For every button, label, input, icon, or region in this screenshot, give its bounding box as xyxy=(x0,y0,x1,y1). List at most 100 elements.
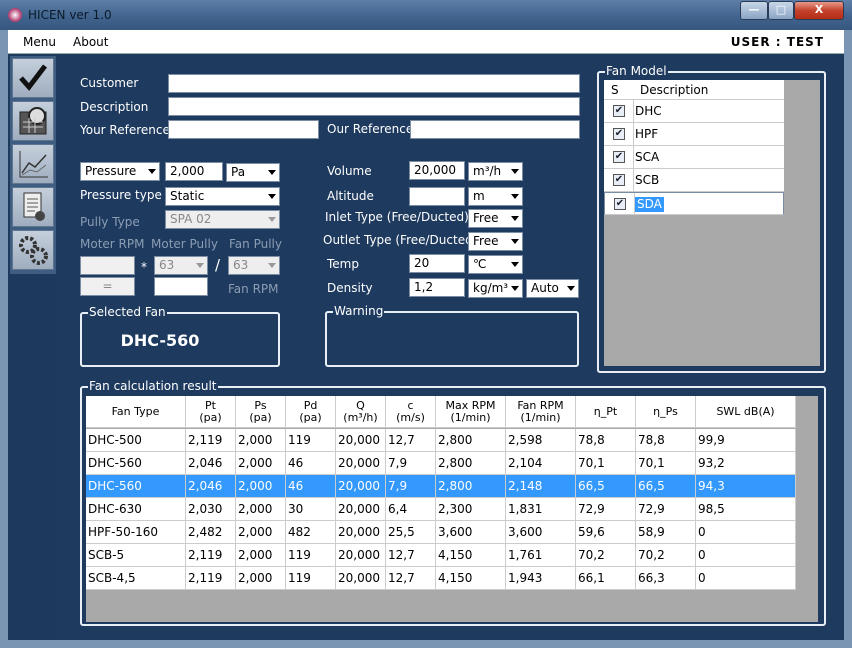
fan-pully-value: 63 xyxy=(233,258,249,272)
volume-unit-select[interactable]: m³/h xyxy=(468,162,523,181)
column-header[interactable]: Pd (pa) xyxy=(286,396,336,428)
our-reference-field[interactable] xyxy=(410,120,580,139)
table-cell: 30 xyxy=(286,498,336,521)
customer-label: Customer xyxy=(80,76,139,90)
checkbox[interactable]: ✔ xyxy=(613,151,625,163)
column-header[interactable]: Fan RPM (1/min) xyxy=(506,396,576,428)
temp-unit-select[interactable]: ℃ xyxy=(468,255,523,274)
table-row[interactable]: DHC-500 2,119 2,000 119 20,000 12,7 2,800 2,598… xyxy=(86,429,796,452)
table-row[interactable]: DHC-630 2,030 2,000 30 20,000 6,4 2,300 1,831 72… xyxy=(86,498,796,521)
density-unit-select[interactable]: kg/m³ xyxy=(468,279,523,298)
table-row[interactable]: DHC-560 2,046 2,000 46 20,000 7,9 2,800 2,148 66… xyxy=(86,475,796,498)
density-field[interactable]: 1,2 xyxy=(409,278,465,297)
column-header-s: S xyxy=(611,83,619,97)
checkbox[interactable]: ✔ xyxy=(613,105,625,117)
altitude-unit-select[interactable]: m xyxy=(468,187,523,206)
your-reference-field[interactable] xyxy=(168,120,319,139)
checkbox[interactable]: ✔ xyxy=(614,198,626,210)
column-header[interactable]: c (m/s) xyxy=(386,396,436,428)
close-button[interactable]: X xyxy=(794,1,844,20)
table-cell: 12,7 xyxy=(386,544,436,567)
table-cell: 70,1 xyxy=(576,452,636,475)
table-cell: 20,000 xyxy=(336,475,386,498)
divide-symbol: / xyxy=(215,256,221,274)
inlet-type-select[interactable]: Free xyxy=(468,209,523,228)
column-header-title: η_Ps xyxy=(653,404,678,418)
table-cell: 70,2 xyxy=(576,544,636,567)
fan-pully-label: Fan Pully xyxy=(229,237,282,251)
column-header[interactable]: Ps (pa) xyxy=(236,396,286,428)
column-header[interactable]: η_Pt xyxy=(576,396,636,428)
table-cell: 7,9 xyxy=(386,452,436,475)
pressure-unit-select[interactable]: Pa xyxy=(226,163,280,182)
minimize-button[interactable]: — xyxy=(740,1,768,20)
density-mode-select[interactable]: Auto xyxy=(526,279,579,298)
fan-model-row[interactable]: ✔ DHC xyxy=(604,100,784,123)
column-header[interactable]: Pt (pa) xyxy=(186,396,236,428)
table-cell: 2,119 xyxy=(186,544,236,567)
altitude-field[interactable] xyxy=(409,187,465,206)
sidebar-fan-button[interactable] xyxy=(12,101,54,141)
table-cell: 58,9 xyxy=(636,521,696,544)
outlet-type-select[interactable]: Free xyxy=(468,232,523,251)
checkbox[interactable]: ✔ xyxy=(613,174,625,186)
table-cell: DHC-500 xyxy=(86,429,186,452)
pressure-mode-value: Pressure xyxy=(85,164,137,178)
fan-model-row[interactable]: ✔ SCA xyxy=(604,146,784,169)
column-header[interactable]: Max RPM (1/min) xyxy=(436,396,506,428)
fan-model-label: Fan Model xyxy=(605,64,668,78)
table-cell: 7,9 xyxy=(386,475,436,498)
column-header-title: c xyxy=(407,398,414,412)
column-header[interactable]: Fan Type xyxy=(86,396,186,428)
menu-item-menu[interactable]: Menu xyxy=(23,35,56,49)
table-row[interactable]: HPF-50-160 2,482 2,000 482 20,000 25,5 3,600 3,… xyxy=(86,521,796,544)
column-header-unit: (pa) xyxy=(249,410,272,424)
pressure-field[interactable]: 2,000 xyxy=(165,162,223,181)
description-field[interactable] xyxy=(168,97,580,116)
table-cell: 59,6 xyxy=(576,521,636,544)
table-cell: 119 xyxy=(286,567,336,590)
your-reference-label: Your Reference xyxy=(80,123,170,137)
table-cell: 2,800 xyxy=(436,429,506,452)
customer-field[interactable] xyxy=(168,74,580,93)
calculate-button[interactable]: = xyxy=(80,277,135,296)
menu-item-about[interactable]: About xyxy=(73,35,108,49)
fan-model-row[interactable]: ✔ HPF xyxy=(604,123,784,146)
fan-model-row[interactable]: ✔ SDA xyxy=(604,192,784,215)
sidebar-settings-button[interactable] xyxy=(12,230,54,270)
table-cell: SCB-4,5 xyxy=(86,567,186,590)
table-cell: 2,000 xyxy=(236,429,286,452)
column-header[interactable]: Q (m³/h) xyxy=(336,396,386,428)
sidebar-chart-button[interactable] xyxy=(12,144,54,184)
column-header-unit: (1/min) xyxy=(450,410,491,424)
column-header[interactable]: η_Ps xyxy=(636,396,696,428)
table-cell: 3,600 xyxy=(506,521,576,544)
sidebar-document-button[interactable] xyxy=(12,187,54,227)
fan-model-name: SCA xyxy=(635,150,660,164)
window-title: HICEN ver 1.0 xyxy=(28,8,112,22)
fan-rpm-field[interactable] xyxy=(154,277,208,296)
table-cell: 2,598 xyxy=(506,429,576,452)
volume-field[interactable]: 20,000 xyxy=(409,161,465,180)
selected-fan-label: Selected Fan xyxy=(88,305,167,319)
column-header-title: Q xyxy=(356,398,365,412)
column-header-title: SWL dB(A) xyxy=(716,404,775,418)
chevron-down-icon xyxy=(148,169,156,174)
column-header[interactable]: SWL dB(A) xyxy=(696,396,796,428)
table-row[interactable]: SCB-4,5 2,119 2,000 119 20,000 12,7 4,150 1,943… xyxy=(86,567,796,590)
fan-model-row[interactable]: ✔ SCB xyxy=(604,169,784,192)
table-cell: 2,000 xyxy=(236,498,286,521)
table-row[interactable]: SCB-5 2,119 2,000 119 20,000 12,7 4,150 1,761 70… xyxy=(86,544,796,567)
checkmark-icon xyxy=(19,64,47,91)
checkbox[interactable]: ✔ xyxy=(613,128,625,140)
table-row[interactable]: DHC-560 2,046 2,000 46 20,000 7,9 2,800 2,104 70… xyxy=(86,452,796,475)
column-header-title: η_Pt xyxy=(593,404,618,418)
pressure-type-select[interactable]: Static xyxy=(165,187,280,206)
maximize-button[interactable]: □ xyxy=(768,1,794,20)
chevron-down-icon xyxy=(268,217,276,222)
temp-field[interactable]: 20 xyxy=(409,254,465,273)
sidebar-check-button[interactable] xyxy=(12,58,54,98)
pressure-mode-select[interactable]: Pressure xyxy=(80,162,160,181)
table-cell: 3,600 xyxy=(436,521,506,544)
inlet-type-label: Inlet Type (Free/Ducted) xyxy=(325,210,469,224)
